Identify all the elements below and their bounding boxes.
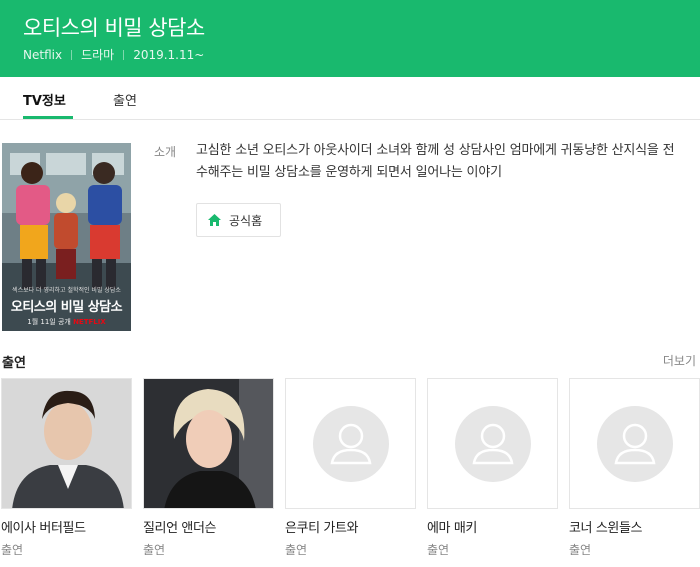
netflix-logo: NETFLIX (73, 318, 106, 326)
cast-role: 출연 (143, 543, 166, 557)
cast-role: 출연 (1, 543, 24, 557)
air-date: 2019.1.11~ (133, 47, 205, 62)
divider (123, 49, 125, 60)
cast-section-title: 출연 (2, 356, 26, 371)
cast-card[interactable]: 은쿠티 가트와 출연 (285, 378, 416, 558)
cast-card[interactable]: 질리언 앤더슨 출연 (143, 378, 274, 558)
cast-name[interactable]: 에마 매키 (427, 517, 558, 536)
cast-card[interactable]: 코너 스윈들스 출연 (569, 378, 700, 558)
person-photo (2, 379, 131, 508)
placeholder-container (570, 379, 699, 508)
cast-role: 출연 (569, 543, 592, 557)
network-link[interactable]: Netflix (23, 48, 62, 62)
official-home-button[interactable]: 공식홈 (196, 203, 281, 237)
cast-card[interactable]: 에마 매키 출연 (427, 378, 558, 558)
tab-bar: TV정보 출연 (0, 77, 700, 120)
cast-name[interactable]: 질리언 앤더슨 (143, 517, 274, 536)
tab-tv-info[interactable]: TV정보 (23, 90, 66, 109)
cast-photo-placeholder[interactable] (427, 378, 558, 509)
intro-label: 소개 (154, 145, 177, 159)
active-tab-indicator (23, 116, 73, 119)
person-placeholder-icon (454, 405, 531, 482)
cast-name[interactable]: 은쿠티 가트와 (285, 517, 416, 536)
home-icon (208, 214, 221, 226)
tab-cast[interactable]: 출연 (113, 90, 137, 109)
poster-title: 오티스의 비밀 상담소 (10, 300, 123, 315)
cast-card[interactable]: 에이사 버터필드 출연 (1, 378, 132, 558)
poster-tagline: 섹스보다 더 영리하고 철학적인 비밀 상담소 (12, 287, 121, 294)
cast-photo[interactable] (143, 378, 274, 509)
person-photo (144, 379, 273, 508)
header-meta: Netflix 드라마 2019.1.11~ (23, 46, 204, 63)
divider (71, 49, 73, 60)
more-link[interactable]: 더보기 (663, 352, 696, 369)
cast-role: 출연 (285, 543, 308, 557)
genre-label: 드라마 (81, 48, 115, 62)
cast-role: 출연 (427, 543, 450, 557)
page-title: 오티스의 비밀 상담소 (23, 16, 205, 40)
poster-release: 1월 11일 공개 (27, 318, 71, 326)
cast-photo-placeholder[interactable] (285, 378, 416, 509)
cast-photo-placeholder[interactable] (569, 378, 700, 509)
placeholder-container (286, 379, 415, 508)
cast-photo[interactable] (1, 378, 132, 509)
person-placeholder-icon (312, 405, 389, 482)
header: 오티스의 비밀 상담소 Netflix 드라마 2019.1.11~ (0, 0, 700, 77)
official-home-label: 공식홈 (229, 213, 263, 228)
placeholder-container (428, 379, 557, 508)
person-placeholder-icon (596, 405, 673, 482)
poster-bottom: 1월 11일 공개 NETFLIX (2, 317, 131, 327)
poster-image[interactable]: 섹스보다 더 영리하고 철학적인 비밀 상담소 오티스의 비밀 상담소 1월 1… (2, 143, 131, 331)
cast-name[interactable]: 코너 스윈들스 (569, 517, 700, 536)
intro-text: 고심한 소년 오티스가 아웃사이더 소녀와 함께 성 상담사인 엄마에게 귀동냥… (196, 143, 675, 180)
cast-name[interactable]: 에이사 버터필드 (1, 517, 132, 536)
